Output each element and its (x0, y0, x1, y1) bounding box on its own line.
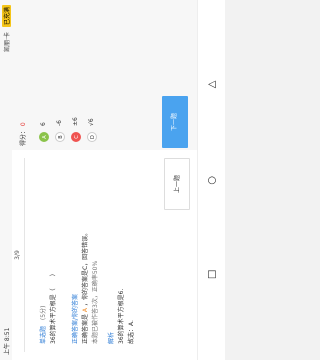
answer-stats: 本题已被作答3次，正确率50% (92, 260, 99, 344)
score-label: 得分： (20, 127, 27, 146)
question-type-tag: (5分) (40, 305, 47, 321)
option-d-text: √6 (88, 118, 95, 126)
score-value: 0 (20, 122, 27, 127)
prev-button[interactable]: 上一题 (164, 158, 190, 210)
back-icon[interactable]: ◁ (207, 80, 217, 90)
status-right-text: 凯丽·卡 (4, 31, 11, 52)
question-counter: 3/9 (14, 250, 21, 260)
option-c-letter: C (71, 132, 81, 142)
status-time: 上午 8:51 (4, 327, 11, 355)
option-a-text: 6 (40, 122, 47, 126)
status-bar: 上午 8:51 凯丽·卡 已充满 (0, 0, 12, 360)
option-c[interactable]: C ±6 (70, 82, 82, 142)
correct-answer: A (82, 307, 89, 313)
status-right: 凯丽·卡 已充满 (2, 5, 11, 52)
option-a-letter: A (39, 132, 49, 142)
answer-result: 正确答案是 A ，你的答案是C，回答错误。 (80, 230, 89, 344)
analysis-answer: 故选：A. (128, 320, 135, 344)
analysis-title: 解析 (108, 331, 115, 344)
option-d-letter: D (87, 132, 97, 142)
divider (24, 158, 25, 352)
option-a[interactable]: A 6 (38, 82, 50, 142)
score: 得分： 0 (18, 122, 27, 146)
app-content: 上午 8:51 凯丽·卡 已充满 3/9 单选题 (5分) 36的算术平方根是（… (0, 0, 197, 360)
option-b[interactable]: B -6 (54, 82, 66, 142)
recent-apps-icon[interactable]: □ (207, 270, 217, 280)
question-type: 单选题 (5分) (38, 306, 47, 344)
question-type-label: 单选题 (40, 325, 47, 344)
battery-badge: 已充满 (2, 5, 11, 28)
answer-mid: ，你的答案是C，回答错误。 (82, 229, 89, 307)
option-d[interactable]: D √6 (86, 82, 98, 142)
next-button[interactable]: 下一题 (162, 96, 188, 148)
options-panel: 得分： 0 A 6 B -6 C ±6 D √6 下一题 (12, 0, 197, 150)
system-nav-bar: ◁ ○ □ (197, 0, 225, 360)
option-b-text: -6 (56, 120, 63, 126)
question-text: 36的算术平方根是（ ） (50, 270, 57, 344)
option-c-text: ±6 (72, 117, 79, 126)
answer-prefix: 正确答案是 (82, 313, 89, 344)
screen: 上午 8:51 凯丽·卡 已充满 3/9 单选题 (5分) 36的算术平方根是（… (0, 0, 225, 360)
option-b-letter: B (55, 132, 65, 142)
analysis-text: 36的算术平方根是6. (118, 288, 125, 344)
home-icon[interactable]: ○ (207, 176, 217, 186)
answer-hint-title: 正确答案/你的答案 (72, 293, 79, 344)
